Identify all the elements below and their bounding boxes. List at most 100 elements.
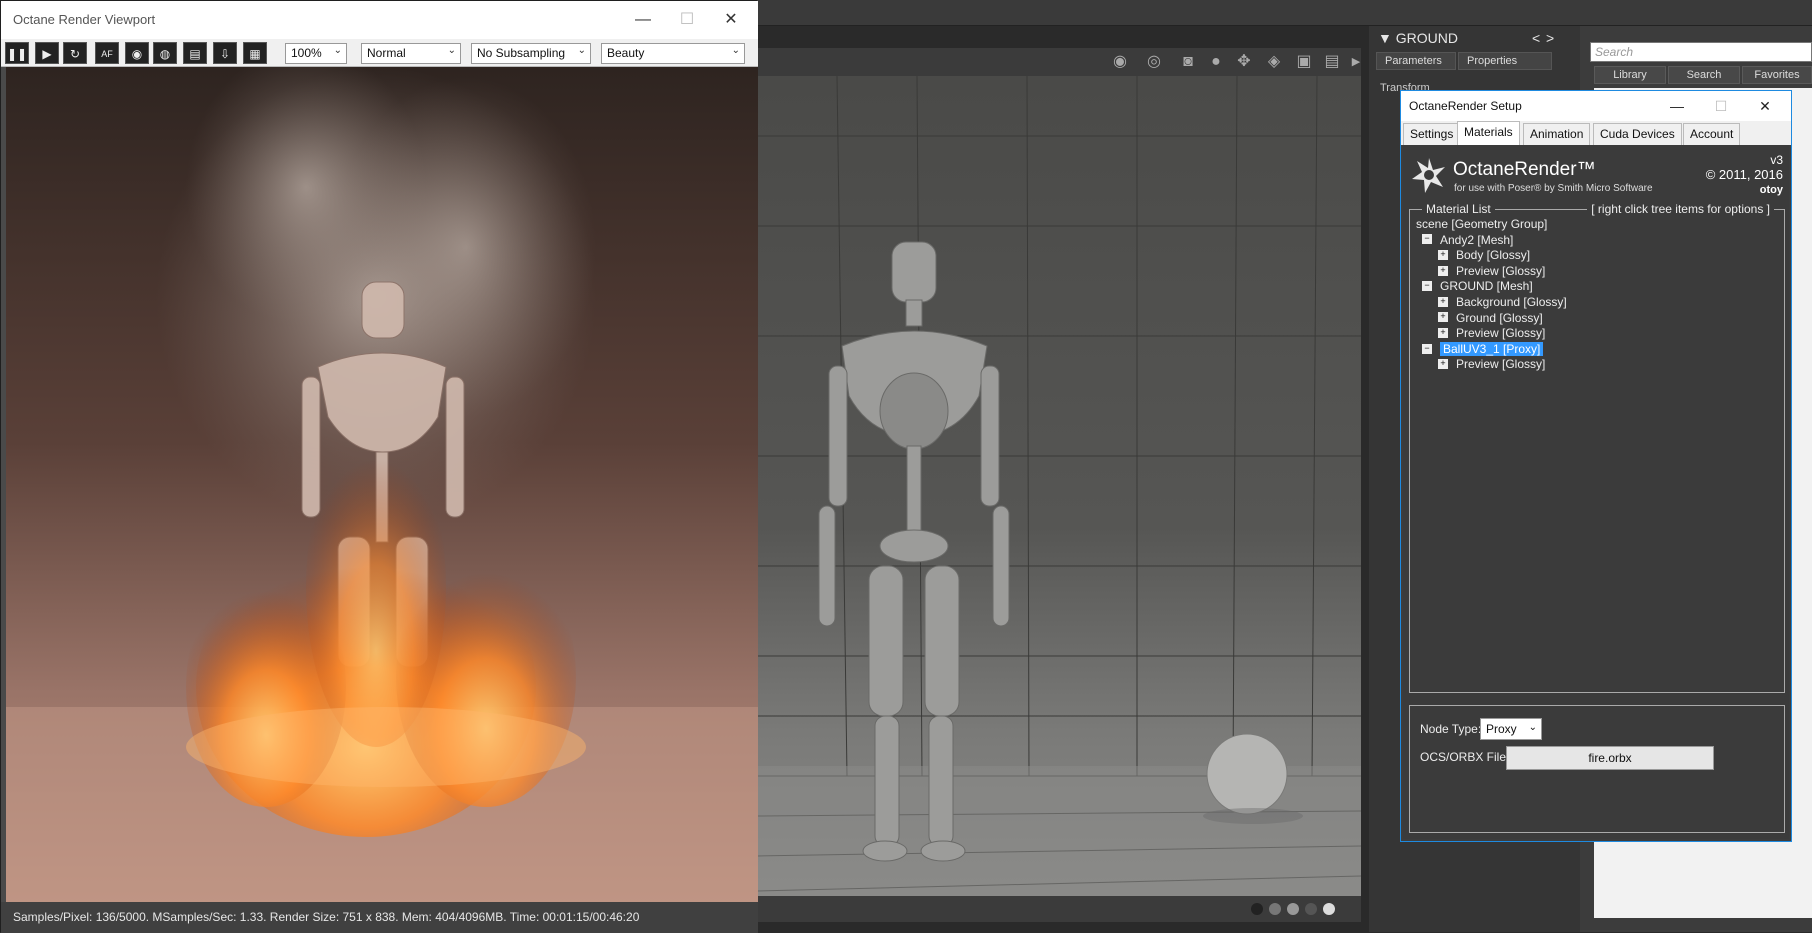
trackball-icon[interactable]: ✥ — [1233, 52, 1255, 72]
octane-render-viewport-window: Octane Render Viewport — ☐ ✕ ❚❚ ▶ ↻ AF ◉… — [0, 0, 758, 933]
chevron-down-icon: ⌄ — [577, 45, 586, 56]
autofocus-icon[interactable]: AF — [95, 42, 119, 64]
render-pass-select[interactable]: Beauty ⌄ — [601, 43, 745, 64]
library-search-input[interactable]: Search — [1590, 42, 1812, 62]
display-dot-3[interactable] — [1287, 903, 1299, 915]
render-toolbar: ❚❚ ▶ ↻ AF ◉ ◍ ▤ ⇩ ▦ 100% ⌄ Normal ⌄ No S… — [1, 39, 758, 67]
zoom-value: 100% — [291, 46, 322, 60]
tab-materials[interactable]: Materials — [1457, 121, 1520, 145]
restart-icon[interactable]: ↻ — [63, 42, 87, 64]
maximize-icon[interactable]: ☐ — [665, 7, 709, 33]
window-title: Octane Render Viewport — [13, 12, 156, 27]
sphere-icon[interactable]: ◉ — [125, 42, 149, 64]
otoy-logo: otoy — [1759, 184, 1783, 196]
expand-icon[interactable]: + — [1438, 328, 1448, 339]
collapse-icon[interactable]: − — [1422, 343, 1432, 354]
tab-animation[interactable]: Animation — [1523, 123, 1591, 145]
tab-settings[interactable]: Settings — [1403, 123, 1461, 145]
object-header: ▼ GROUND < > — [1378, 30, 1608, 50]
minimize-icon[interactable]: — — [621, 7, 665, 33]
video-camera-icon[interactable]: ▣ — [1293, 52, 1315, 72]
expand-icon[interactable]: + — [1438, 265, 1448, 276]
ocs-file-button[interactable]: fire.orbx — [1506, 746, 1714, 770]
close-icon[interactable]: ✕ — [1743, 93, 1787, 119]
display-dot-2[interactable] — [1269, 903, 1281, 915]
render-mode-select[interactable]: Normal ⌄ — [361, 43, 461, 64]
material-picker-icon[interactable]: ◍ — [153, 42, 177, 64]
material-tree-label: GROUND [Mesh] — [1440, 279, 1533, 294]
material-list-group: Material List [ right click tree items f… — [1409, 202, 1785, 693]
dialog-titlebar[interactable]: OctaneRender Setup — ☐ ✕ — [1401, 91, 1791, 121]
camera-rotate-icon[interactable]: ◎ — [1143, 52, 1165, 72]
search-tab[interactable]: Search — [1668, 66, 1740, 84]
collapse-triangle-icon[interactable]: ▼ — [1378, 30, 1392, 46]
collapse-icon[interactable]: − — [1422, 281, 1432, 292]
material-tree-label: Background [Glossy] — [1456, 294, 1567, 309]
play-icon[interactable]: ▶ — [35, 42, 59, 64]
material-tree-item[interactable]: + Preview [Glossy] — [1438, 356, 1545, 374]
pause-icon[interactable]: ❚❚ — [5, 42, 29, 64]
chevron-down-icon: ⌄ — [731, 45, 740, 56]
move-xz-icon[interactable]: ◈ — [1263, 52, 1285, 72]
render-status-bar: Samples/Pixel: 136/5000. MSamples/Sec: 1… — [1, 902, 758, 933]
prev-arrow-icon[interactable]: < — [1532, 30, 1540, 46]
poser-viewport-toolbar: ◉ ◎ ◙ ● ✥ ◈ ▣ ▤ ▶ — [757, 48, 1361, 76]
material-list-title: Material List — [1422, 202, 1495, 216]
node-properties-group: Node Type: Proxy ⌄ OCS/ORBX File: fire.o… — [1409, 705, 1785, 833]
export-icon[interactable]: ⇩ — [213, 42, 237, 64]
camera-icon[interactable]: ◉ — [1109, 52, 1131, 72]
display-dot-4[interactable] — [1305, 903, 1317, 915]
node-type-label: Node Type: — [1420, 722, 1482, 736]
materials-tab-content: OctaneRender™ for use with Poser® by Smi… — [1403, 145, 1789, 839]
maximize-icon[interactable]: ☐ — [1699, 93, 1743, 119]
octane-setup-dialog: OctaneRender Setup — ☐ ✕ Settings Materi… — [1400, 90, 1792, 842]
chevron-down-icon: ⌄ — [1528, 722, 1537, 733]
poser-viewport-footer — [757, 896, 1361, 922]
render-output-image[interactable] — [6, 67, 758, 902]
record-icon[interactable]: ● — [1205, 52, 1227, 72]
expand-icon[interactable]: + — [1438, 296, 1448, 307]
chevron-down-icon: ⌄ — [447, 45, 456, 56]
material-tree-label: Body [Glossy] — [1456, 248, 1531, 263]
material-tree-label: BallUV3_1 [Proxy] — [1440, 341, 1544, 356]
display-dot-5[interactable] — [1323, 903, 1335, 915]
material-tree-label: scene [Geometry Group] — [1416, 216, 1548, 231]
material-tree-label: Andy2 [Mesh] — [1440, 232, 1514, 247]
zoom-select[interactable]: 100% ⌄ — [285, 43, 347, 64]
tab-account[interactable]: Account — [1683, 123, 1741, 145]
display-dot-1[interactable] — [1251, 903, 1263, 915]
octane-logo-icon — [1412, 158, 1445, 193]
node-type-select[interactable]: Proxy ⌄ — [1480, 718, 1542, 740]
material-tree-label: Preview [Glossy] — [1456, 263, 1546, 278]
minimize-icon[interactable]: — — [1655, 93, 1699, 119]
poser-scene-viewport[interactable] — [757, 76, 1361, 896]
settings-panel-icon[interactable]: ▦ — [243, 42, 267, 64]
dialog-title: OctaneRender Setup — [1409, 99, 1522, 113]
brand-name: OctaneRender™ — [1453, 159, 1596, 180]
version-label: v3 — [1770, 153, 1783, 167]
expand-right-icon[interactable]: ▶ — [1345, 52, 1367, 72]
tab-properties[interactable]: Properties — [1458, 52, 1552, 70]
window-titlebar[interactable]: Octane Render Viewport — ☐ ✕ — [1, 1, 758, 39]
close-icon[interactable]: ✕ — [709, 7, 753, 33]
expand-icon[interactable]: + — [1438, 359, 1448, 370]
chevron-down-icon: ⌄ — [333, 45, 342, 56]
collapse-icon[interactable]: − — [1422, 234, 1432, 245]
tab-cuda-devices[interactable]: Cuda Devices — [1593, 123, 1682, 145]
library-tab[interactable]: Library — [1594, 66, 1666, 84]
material-list-hint: [ right click tree items for options ] — [1587, 202, 1774, 216]
camera-preview-icon[interactable]: ◙ — [1177, 52, 1199, 72]
expand-icon[interactable]: + — [1438, 312, 1448, 323]
subsampling-select[interactable]: No Subsampling ⌄ — [471, 43, 591, 64]
next-arrow-icon[interactable]: > — [1546, 30, 1554, 46]
render-mode-value: Normal — [367, 46, 406, 60]
expand-icon[interactable]: + — [1438, 250, 1448, 261]
favorites-tab[interactable]: Favorites — [1742, 66, 1812, 84]
material-tree-label: Ground [Glossy] — [1456, 310, 1543, 325]
tab-parameters[interactable]: Parameters — [1376, 52, 1456, 70]
subsampling-value: No Subsampling — [477, 46, 566, 60]
ocs-file-label: OCS/ORBX File: — [1420, 750, 1510, 764]
region-render-icon[interactable]: ▤ — [183, 42, 207, 64]
object-name: GROUND — [1395, 30, 1458, 46]
movie-camera-icon[interactable]: ▤ — [1321, 52, 1343, 72]
